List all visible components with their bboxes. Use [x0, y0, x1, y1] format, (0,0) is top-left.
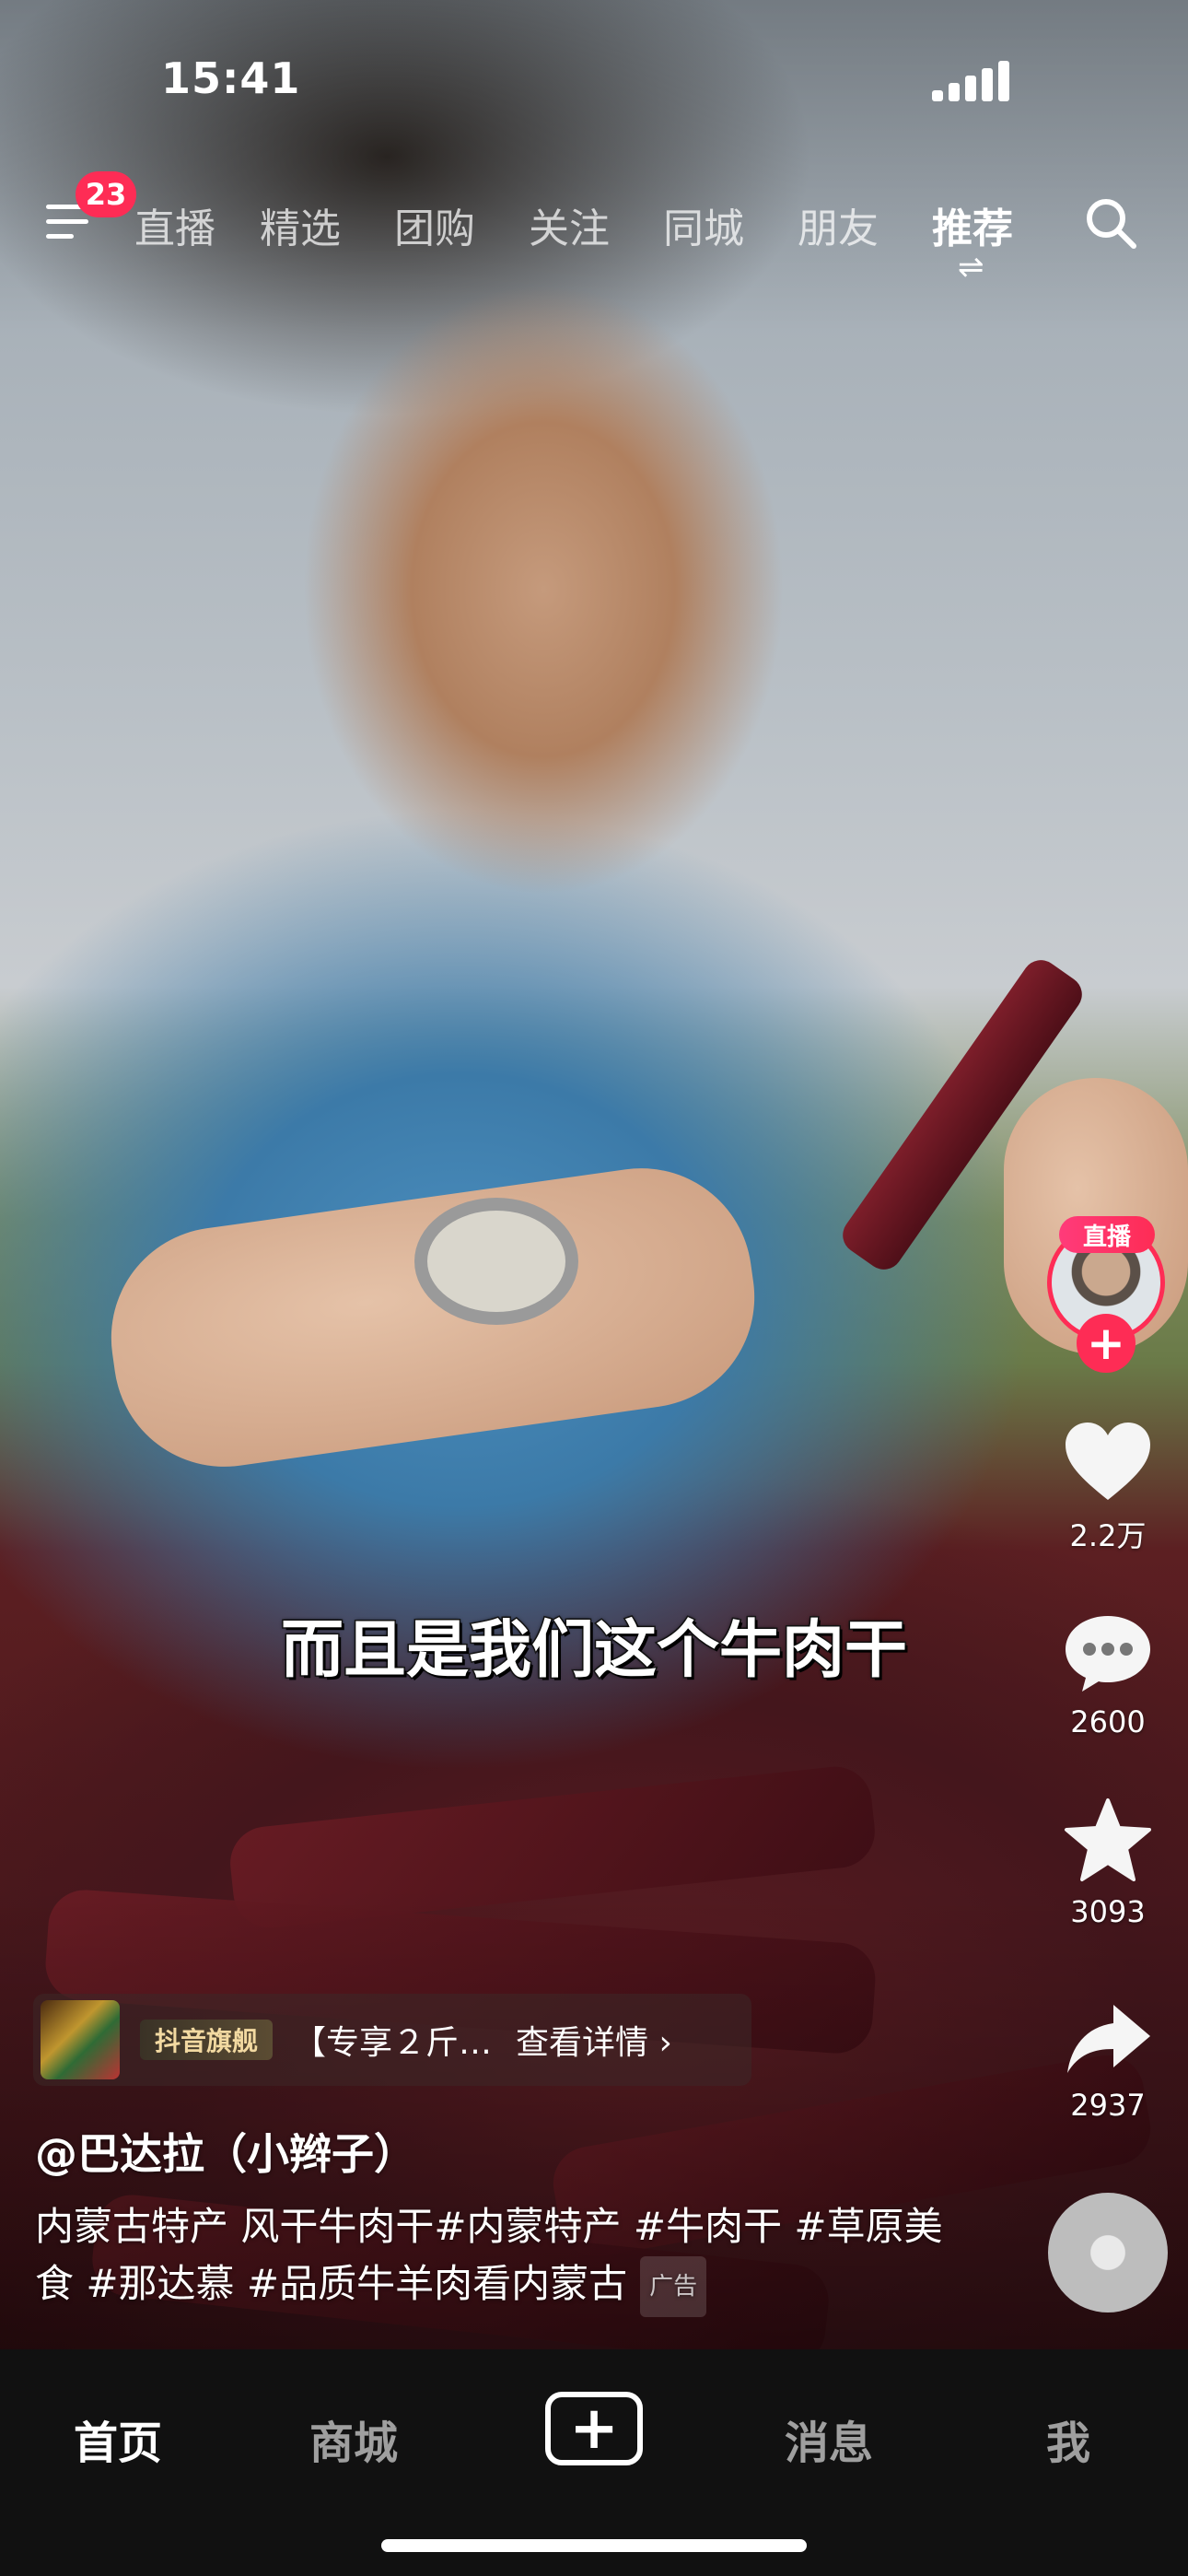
live-badge: 直播 [1059, 1216, 1155, 1253]
swap-icon: ⇌ [958, 249, 984, 286]
tab-nearby[interactable]: 同城 [663, 195, 744, 254]
video-ring [414, 1198, 578, 1325]
post-description-text: 内蒙古特产 风干牛肉干#内蒙特产 #牛肉干 #草原美食 #那达慕 #品质牛羊肉看… [35, 2204, 943, 2306]
comment-count: 2600 [1070, 1704, 1146, 1739]
follow-button[interactable]: + [1077, 1314, 1136, 1373]
tab-friends[interactable]: 朋友 [798, 195, 879, 254]
nav-me[interactable]: 我 [1046, 2406, 1090, 2471]
heart-icon [1066, 1423, 1150, 1500]
like-button[interactable]: 2.2万 [1050, 1419, 1166, 1555]
view-details-link[interactable]: 查看详情 › [516, 2016, 672, 2064]
video-subtitle: 而且是我们这个牛肉干 [279, 1613, 908, 1689]
share-button[interactable]: 2937 [1050, 1999, 1166, 2123]
top-gradient [0, 0, 1188, 332]
share-count: 2937 [1070, 2088, 1146, 2123]
nav-messages[interactable]: 消息 [785, 2406, 873, 2471]
music-disc-icon[interactable] [1048, 2193, 1168, 2313]
video-hand-left [97, 1153, 769, 1481]
home-indicator [381, 2539, 807, 2552]
search-icon[interactable] [1083, 195, 1138, 251]
like-count: 2.2万 [1069, 1518, 1147, 1553]
author-name[interactable]: @巴达拉（小辫子） [35, 2121, 416, 2182]
tab-live[interactable]: 直播 [134, 195, 215, 254]
video-feed-screen: 15:41 23 直播 精选 团购 关注 同城 朋友 推荐 ⇌ 而且是我们这个牛… [0, 0, 1188, 2576]
product-title: 【专享２斤… [293, 2024, 493, 2062]
favorite-count: 3093 [1070, 1894, 1146, 1929]
tab-featured[interactable]: 精选 [260, 195, 341, 254]
product-card[interactable]: 抖音旗舰 【专享２斤… 查看详情 › [33, 1994, 751, 2086]
nav-mall[interactable]: 商城 [309, 2406, 398, 2471]
create-button[interactable]: + [545, 2392, 643, 2465]
share-icon [1067, 2005, 1150, 2073]
signal-icon [932, 61, 1009, 101]
tab-group-buy[interactable]: 团购 [394, 195, 475, 254]
favorite-button[interactable]: 3093 [1050, 1797, 1166, 1929]
star-icon [1065, 1798, 1151, 1881]
product-thumbnail [41, 2000, 120, 2079]
store-badge: 抖音旗舰 [140, 2020, 274, 2060]
comment-button[interactable]: 2600 [1050, 1610, 1166, 1739]
post-description[interactable]: 内蒙古特产 风干牛肉干#内蒙特产 #牛肉干 #草原美食 #那达慕 #品质牛羊肉看… [35, 2198, 974, 2317]
tab-recommended[interactable]: 推荐 [932, 195, 1013, 254]
comment-icon [1066, 1616, 1150, 1692]
ad-label: 广告 [640, 2255, 707, 2317]
nav-home[interactable]: 首页 [74, 2406, 162, 2471]
status-time: 15:41 [161, 53, 301, 103]
top-tabs: 直播 精选 团购 关注 同城 朋友 推荐 [0, 195, 1188, 254]
tab-following[interactable]: 关注 [529, 195, 610, 254]
